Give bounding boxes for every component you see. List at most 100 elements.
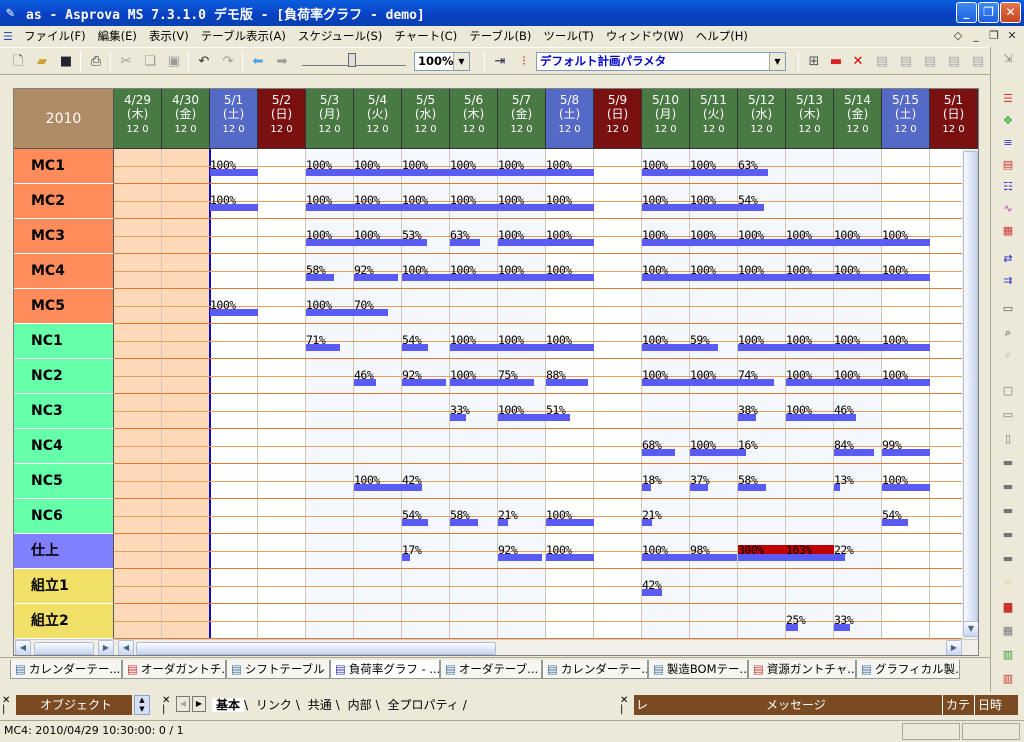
undo-icon[interactable]: ↶: [194, 52, 214, 72]
scroll-right-button[interactable]: ▶: [946, 640, 962, 655]
message-time-header[interactable]: 日時: [974, 695, 1002, 715]
layout-icon-6[interactable]: ▬: [999, 503, 1017, 519]
resource-label[interactable]: NC4: [14, 429, 114, 464]
chart-type-icon-6[interactable]: ∿: [999, 201, 1017, 217]
menu-view[interactable]: 表示(V): [143, 28, 195, 44]
vertical-scroll-thumb[interactable]: [963, 151, 978, 633]
prop-tab-basic[interactable]: 基本: [212, 698, 245, 712]
layout-icon-3[interactable]: ▯: [999, 431, 1017, 447]
table-icon-1[interactable]: ▤: [872, 52, 892, 72]
param-icon[interactable]: ⇥: [490, 52, 510, 72]
window-tab[interactable]: ▤ シフトテーブル ...: [226, 660, 330, 679]
layout-icon-8[interactable]: ▬: [999, 551, 1017, 567]
zoom-in-icon[interactable]: ⌕: [999, 325, 1017, 341]
forward-arrow-icon[interactable]: ➡: [272, 52, 292, 72]
layout-icon-11[interactable]: ▥: [999, 647, 1017, 663]
color-bars-icon[interactable]: ▬: [826, 52, 846, 72]
scroll-left-button-main[interactable]: ◀: [118, 640, 134, 655]
close-button[interactable]: ✕: [1000, 2, 1021, 23]
redo-icon[interactable]: ↷: [218, 52, 238, 72]
print-icon[interactable]: ⎙: [86, 52, 106, 72]
object-panel-grip[interactable]: ✕ |: [2, 696, 14, 715]
window-tab[interactable]: ▤ グラフィカル製...: [856, 660, 960, 679]
resource-label[interactable]: NC6: [14, 499, 114, 534]
property-panel-grip[interactable]: ✕ |: [162, 696, 174, 715]
new-icon[interactable]: 🗋: [8, 52, 28, 72]
object-spin[interactable]: ▲ ▼: [134, 695, 150, 715]
paste-icon[interactable]: ▣: [164, 52, 184, 72]
resource-label[interactable]: MC5: [14, 289, 114, 324]
maximize-button[interactable]: ❐: [978, 2, 999, 23]
layout-icon-10[interactable]: ▦: [999, 623, 1017, 639]
layout-icon-12[interactable]: ▥: [999, 671, 1017, 687]
zoom-slider[interactable]: [302, 53, 406, 67]
mdi-minimize-icon[interactable]: _: [968, 28, 984, 43]
window-tab[interactable]: ▤ カレンダーテー...: [542, 660, 648, 679]
open-icon[interactable]: ▰: [32, 52, 52, 72]
window-tab[interactable]: ▤ 資源ガントチャ...: [748, 660, 856, 679]
chart-type-icon-4[interactable]: ▤: [999, 157, 1017, 173]
layout-icon-1[interactable]: ▢: [999, 383, 1017, 399]
resource-label[interactable]: 組立1: [14, 569, 114, 604]
message-category-header[interactable]: カテ: [942, 695, 970, 715]
window-tab[interactable]: ▤ 製造BOMテー...: [648, 660, 748, 679]
menu-table-view[interactable]: テーブル表示(A): [195, 28, 292, 44]
menu-help[interactable]: ヘルプ(H): [690, 28, 754, 44]
zoom-slider-thumb[interactable]: [348, 53, 356, 67]
cut-icon[interactable]: ✂: [116, 52, 136, 72]
scroll-right-button-left[interactable]: ▶: [98, 640, 114, 655]
tree-icon[interactable]: ⊞: [804, 52, 824, 72]
layout-icon-2[interactable]: ▭: [999, 407, 1017, 423]
table-icon-2[interactable]: ▤: [896, 52, 916, 72]
resource-label[interactable]: 仕上: [14, 534, 114, 569]
swap-icon[interactable]: ⇄: [999, 251, 1017, 267]
resource-label[interactable]: MC4: [14, 254, 114, 289]
table-icon-4[interactable]: ▤: [944, 52, 964, 72]
load-grid[interactable]: 100% 100% 100% 100% 100% 100% 100% 100% 100% 63% 1…: [114, 149, 978, 639]
mdi-close-icon[interactable]: ✕: [1004, 28, 1020, 43]
resource-label[interactable]: 組立2: [14, 604, 114, 639]
resource-label[interactable]: NC1: [14, 324, 114, 359]
scroll-left-button[interactable]: ◀: [15, 640, 31, 655]
prop-tab-internal[interactable]: 内部: [344, 698, 376, 712]
back-arrow-icon[interactable]: ⬅: [248, 52, 268, 72]
menu-table[interactable]: テーブル(B): [463, 28, 537, 44]
mdi-maximize-icon[interactable]: ❐: [986, 28, 1002, 43]
main-scroll-thumb[interactable]: [136, 642, 496, 655]
table-icon-5[interactable]: ▤: [968, 52, 988, 72]
minimize-button[interactable]: _: [956, 2, 977, 23]
resource-label[interactable]: MC2: [14, 184, 114, 219]
menu-file[interactable]: ファイル(F): [18, 28, 92, 44]
layout-icon-9[interactable]: ⁙: [999, 575, 1017, 591]
window-tab[interactable]: ▤ オーダガントチ...: [122, 660, 226, 679]
message-level-header[interactable]: レ: [636, 695, 648, 715]
prop-tab-next[interactable]: ▶: [192, 696, 206, 712]
parameter-combo[interactable]: デフォルト計画パラメタ ▼: [536, 52, 786, 71]
prop-tab-link[interactable]: リンク: [252, 698, 296, 712]
zoom-out-icon[interactable]: ⌕: [999, 347, 1017, 363]
resource-label[interactable]: NC5: [14, 464, 114, 499]
window-tab[interactable]: ▤ オーダテーブ...: [440, 660, 542, 679]
resource-label[interactable]: NC3: [14, 394, 114, 429]
window-tab[interactable]: ▤ 負荷率グラフ - ...: [330, 660, 440, 679]
link-icon[interactable]: ⇉: [999, 273, 1017, 289]
prop-tab-prev[interactable]: ◀: [176, 696, 190, 712]
resource-label[interactable]: MC1: [14, 149, 114, 184]
layout-icon-7[interactable]: ▬: [999, 527, 1017, 543]
copy-icon[interactable]: ❏: [140, 52, 160, 72]
bar-chart-icon[interactable]: ▆: [999, 599, 1017, 615]
zoom-combo[interactable]: 100% ▼: [414, 52, 470, 71]
mdi-restore-icon[interactable]: ◇: [950, 28, 966, 43]
resource-label[interactable]: MC3: [14, 219, 114, 254]
pin-icon[interactable]: ⇲: [999, 51, 1017, 67]
left-scroll-thumb[interactable]: [34, 642, 94, 655]
message-text-header[interactable]: メッセージ: [766, 695, 826, 715]
menu-window[interactable]: ウィンドウ(W): [600, 28, 690, 44]
layout-icon-4[interactable]: ▬: [999, 455, 1017, 471]
menu-schedule[interactable]: スケジュール(S): [292, 28, 388, 44]
menu-tools[interactable]: ツール(T): [537, 28, 600, 44]
chart-type-icon-7[interactable]: ▦: [999, 223, 1017, 239]
resource-label[interactable]: NC2: [14, 359, 114, 394]
chart-type-icon-2[interactable]: ✥: [999, 113, 1017, 129]
layout-icon-5[interactable]: ▬: [999, 479, 1017, 495]
